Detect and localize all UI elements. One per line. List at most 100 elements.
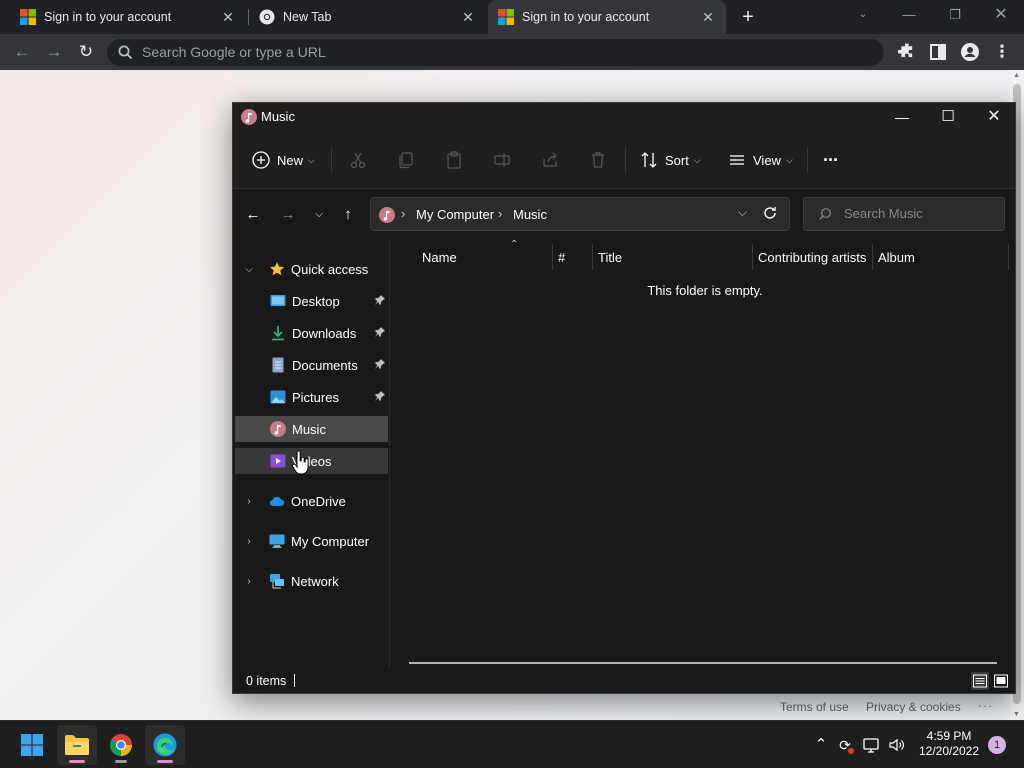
edge-taskbar-button[interactable] <box>145 725 185 765</box>
column-divider[interactable] <box>1008 244 1009 270</box>
clock-time: 4:59 PM <box>926 729 972 743</box>
omnibox-placeholder: Search Google or type a URL <box>142 44 326 60</box>
explorer-title-bar[interactable]: Music — ☐ ✕ <box>233 103 1015 131</box>
see-more-button[interactable]: ··· <box>823 149 839 171</box>
sidebar-item-network[interactable]: › Network <box>235 568 388 594</box>
breadcrumb-music[interactable]: Music <box>513 207 547 222</box>
sidebar-item-documents[interactable]: Documents <box>235 352 388 378</box>
sort-button[interactable]: Sort ⌵ <box>639 149 701 171</box>
browser-tab-3-active[interactable]: Sign in to your account ✕ <box>488 0 726 34</box>
search-box[interactable]: Search Music <box>803 197 1005 231</box>
sidebar-item-desktop[interactable]: Desktop <box>235 288 388 314</box>
maximize-icon[interactable]: ☐ <box>925 103 971 131</box>
sidebar-item-downloads[interactable]: Downloads <box>235 320 388 346</box>
terms-link[interactable]: Terms of use <box>780 700 849 714</box>
extensions-icon[interactable] <box>895 40 919 64</box>
reload-icon[interactable]: ↻ <box>74 40 98 64</box>
share-icon[interactable] <box>541 151 559 169</box>
back-icon[interactable]: ← <box>243 205 263 225</box>
forward-icon[interactable]: → <box>278 205 298 225</box>
column-divider[interactable] <box>872 244 873 270</box>
download-icon <box>272 326 284 341</box>
sidebar-item-quick-access[interactable]: ⌵ Quick access <box>235 256 388 282</box>
browser-tab-strip: Sign in to your account ✕ New Tab ✕ Sign… <box>0 0 1024 34</box>
file-explorer-taskbar-button[interactable] <box>57 725 97 765</box>
chevron-right-icon[interactable]: › <box>243 496 255 507</box>
column-header-title[interactable]: Title <box>598 247 748 267</box>
new-button[interactable]: New ⌵ <box>251 149 315 171</box>
pin-icon[interactable] <box>374 326 386 338</box>
sidebar-item-videos[interactable]: Videos <box>235 448 388 474</box>
side-panel-icon[interactable] <box>926 40 950 64</box>
column-divider[interactable] <box>552 244 553 270</box>
back-icon[interactable]: ← <box>10 40 34 64</box>
sort-icon <box>641 152 657 168</box>
column-header-contributing-artists[interactable]: Contributing artists <box>758 247 874 267</box>
new-tab-button[interactable]: + <box>737 7 759 27</box>
clock[interactable]: 4:59 PM 12/20/2022 <box>914 729 984 759</box>
chrome-taskbar-button[interactable] <box>101 725 141 765</box>
pin-icon[interactable] <box>374 390 386 402</box>
chevron-right-icon[interactable]: › <box>243 536 255 547</box>
breadcrumb-my-computer[interactable]: My Computer <box>416 207 494 222</box>
column-divider[interactable] <box>592 244 593 270</box>
minimize-icon[interactable]: — <box>886 0 932 30</box>
privacy-link[interactable]: Privacy & cookies <box>866 700 961 714</box>
delete-icon[interactable] <box>589 151 607 169</box>
profile-icon[interactable] <box>958 40 982 64</box>
scroll-down-icon[interactable]: ▼ <box>1013 711 1020 718</box>
column-divider[interactable] <box>752 244 753 270</box>
tab-search-icon[interactable]: ⌄ <box>840 0 886 30</box>
search-icon <box>819 208 831 220</box>
close-tab-icon[interactable]: ✕ <box>700 9 716 25</box>
network-icon[interactable] <box>862 735 882 755</box>
chevron-down-icon: ⌵ <box>308 154 315 165</box>
sidebar-item-my-computer[interactable]: › My Computer <box>235 528 388 554</box>
column-header-album[interactable]: Album <box>878 247 998 267</box>
chevron-right-icon[interactable]: › <box>243 576 255 587</box>
menu-icon[interactable]: ⋮ <box>990 40 1014 64</box>
scroll-up-icon[interactable]: ▲ <box>1013 72 1020 79</box>
chevron-down-icon[interactable]: ⌵ <box>243 264 255 275</box>
address-dropdown-icon[interactable]: ⌵ <box>738 205 747 220</box>
show-hidden-icons-icon[interactable]: ⌃ <box>811 735 831 755</box>
copy-icon[interactable] <box>397 151 415 169</box>
paste-icon[interactable] <box>445 151 463 169</box>
sidebar-item-onedrive[interactable]: › OneDrive <box>235 488 388 514</box>
sidebar-item-label: My Computer <box>291 533 370 549</box>
sidebar-item-pictures[interactable]: Pictures <box>235 384 388 410</box>
status-bar: 0 items <box>233 669 1015 693</box>
refresh-icon[interactable] <box>761 204 779 222</box>
minimize-icon[interactable]: — <box>879 103 925 131</box>
sidebar-item-music[interactable]: Music <box>235 416 388 442</box>
rename-icon[interactable] <box>493 151 511 169</box>
browser-toolbar: ← → ↻ Search Google or type a URL ⋮ <box>0 34 1024 70</box>
cut-icon[interactable] <box>349 151 367 169</box>
close-tab-icon[interactable]: ✕ <box>460 9 476 25</box>
up-icon[interactable]: ↑ <box>338 205 358 225</box>
recent-locations-icon[interactable]: ⌵ <box>309 205 329 225</box>
view-button[interactable]: View ⌵ <box>727 149 793 171</box>
onedrive-cloud-icon <box>269 496 285 507</box>
volume-icon[interactable] <box>887 735 907 755</box>
column-header-number[interactable]: # <box>558 247 588 267</box>
close-icon[interactable]: ✕ <box>971 103 1017 131</box>
pin-icon[interactable] <box>374 358 386 370</box>
address-bar[interactable]: › My Computer › Music ⌵ <box>370 197 790 231</box>
restore-icon[interactable]: ❐ <box>932 0 978 30</box>
start-button[interactable] <box>12 725 52 765</box>
omnibox[interactable]: Search Google or type a URL <box>107 39 884 66</box>
horizontal-scrollbar[interactable] <box>409 662 997 664</box>
large-icons-view-icon[interactable] <box>992 672 1010 690</box>
details-view-icon[interactable] <box>971 672 989 690</box>
browser-tab-1[interactable]: Sign in to your account ✕ <box>8 0 246 34</box>
close-tab-icon[interactable]: ✕ <box>220 9 236 25</box>
breadcrumb-chevron-icon: › <box>401 206 406 221</box>
pin-icon[interactable] <box>374 294 386 306</box>
browser-tab-2[interactable]: New Tab ✕ <box>248 0 486 34</box>
more-options-link[interactable]: ... <box>978 696 994 710</box>
sync-alert-dot <box>848 748 854 754</box>
notification-badge[interactable]: 1 <box>988 736 1006 754</box>
forward-icon[interactable]: → <box>42 40 66 64</box>
close-window-icon[interactable]: ✕ <box>978 0 1024 30</box>
